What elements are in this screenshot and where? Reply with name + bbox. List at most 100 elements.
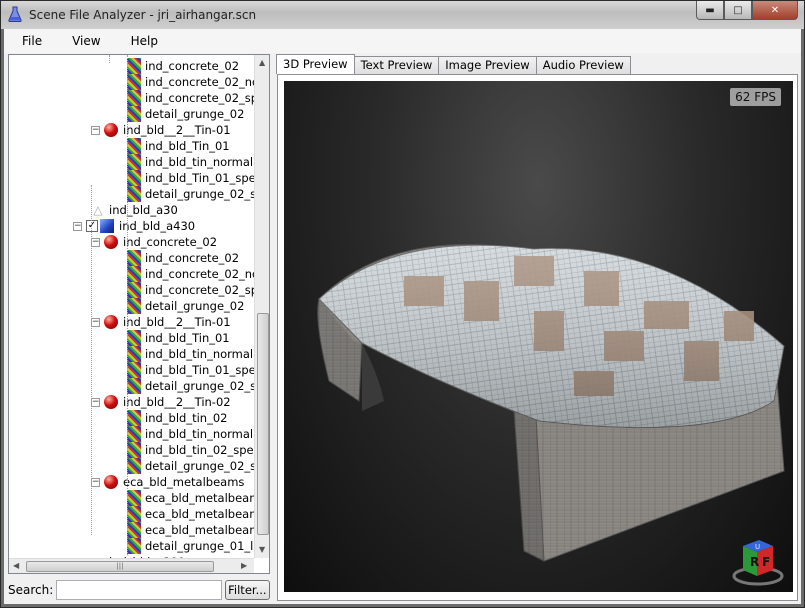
scroll-right-arrow-icon[interactable]: ▶ (241, 561, 247, 570)
tree-row-label: ind_bld_Tin_01_spec (145, 363, 263, 377)
menu-help[interactable]: Help (113, 34, 170, 48)
tab-image-preview[interactable]: Image Preview (438, 56, 537, 74)
tree-row[interactable]: ind_bld_Tin_01 (127, 138, 230, 154)
tree-horizontal-scrollbar[interactable]: ◀ ||| ▶ (9, 558, 254, 573)
tree-row[interactable]: ind_bld_Tin_01_spec (127, 170, 262, 186)
texture-icon (127, 346, 141, 362)
tree-row-label: ind_concrete_02 (123, 235, 218, 249)
tree-row[interactable]: ind_concrete_02_spec (127, 282, 270, 298)
tree-row-label: ind_bld__2__Tin-01 (123, 315, 231, 329)
tree-row-label: detail_grunge_02_stre (145, 459, 270, 473)
collapse-toggle-icon[interactable]: − (91, 237, 100, 247)
texture-icon (127, 58, 141, 74)
preview-tabs: 3D Preview Text Preview Image Preview Au… (276, 54, 631, 74)
tree-connector-line (91, 185, 92, 535)
menu-view[interactable]: View (54, 34, 112, 48)
tree-row-label: ind_bld__2__Tin-02 (123, 395, 231, 409)
tree-row[interactable]: ind_bld_tin_02_spec (127, 442, 260, 458)
tree-row[interactable]: − ind_bld__2__Tin-01 (91, 314, 231, 330)
collapse-toggle-icon[interactable]: − (91, 477, 100, 487)
tree-horizontal-scroll-thumb[interactable]: ||| (26, 561, 214, 572)
tree-row[interactable]: ind_bld_tin_normal (127, 346, 253, 362)
texture-icon (127, 538, 141, 554)
texture-icon (127, 426, 141, 442)
collapse-toggle-icon[interactable]: − (73, 221, 82, 231)
menu-file[interactable]: File (4, 34, 54, 48)
tree-row-label: ind_concrete_02_spec (145, 283, 270, 297)
tree-row[interactable]: △ ind_bld_a30 (91, 202, 177, 218)
tree-vertical-scroll-thumb[interactable] (257, 313, 269, 535)
collapse-toggle-icon[interactable]: − (91, 125, 100, 135)
tree-row-label: ind_concrete_02 (145, 251, 240, 265)
tree-row[interactable]: ind_concrete_02_normal (127, 74, 269, 90)
tree-row[interactable]: ind_bld_tin_02 (127, 410, 227, 426)
tree-row-label: ind_bld_a430 (119, 219, 196, 233)
texture-icon (127, 138, 141, 154)
texture-icon (127, 186, 141, 202)
texture-icon (127, 362, 141, 378)
tree-row[interactable]: detail_grunge_02 (127, 106, 244, 122)
title-bar[interactable]: Scene File Analyzer - jri_airhangar.scn … (1, 1, 804, 29)
tree-row[interactable]: ind_bld_Tin_01_spec (127, 362, 262, 378)
tree-row[interactable]: − ind_bld__2__Tin-02 (91, 394, 231, 410)
tree-vertical-scrollbar[interactable]: ▲ ▼ (254, 55, 269, 558)
collapse-toggle-icon[interactable]: − (91, 317, 100, 327)
material-sphere-icon (104, 475, 118, 489)
visibility-checkbox[interactable]: ✓ (86, 220, 98, 232)
axis-label-u: U (755, 543, 760, 551)
tree-row[interactable]: ind_concrete_02_norm (127, 266, 269, 282)
filter-button[interactable]: Filter... (224, 580, 270, 600)
orientation-cube-icon[interactable]: R F U (731, 536, 785, 586)
texture-icon (127, 90, 141, 106)
tree-row-label: ind_bld_Tin_01 (145, 331, 230, 345)
texture-icon (127, 106, 141, 122)
tree-row[interactable]: − ind_bld__2__Tin-01 (91, 122, 231, 138)
tree-row[interactable]: detail_grunge_02 (127, 298, 244, 314)
scroll-left-arrow-icon[interactable]: ◀ (13, 561, 19, 570)
tree-row[interactable]: eca_bld_metalbeams_ (127, 506, 269, 522)
tree-row[interactable]: − ind_concrete_02 (91, 234, 217, 250)
tree-row[interactable]: detail_grunge_01_low (127, 538, 269, 554)
tree-row-label: detail_grunge_02 (145, 299, 245, 313)
axis-label-f: F (762, 555, 770, 569)
tree-row-label: ind_bld__2__Tin-01 (123, 123, 231, 137)
app-flask-icon (8, 6, 22, 22)
window-controls: ▬ □ ✕ (696, 1, 798, 21)
texture-icon (127, 506, 141, 522)
tree-row[interactable]: eca_bld_metalbeams_ (127, 522, 269, 538)
tree-row-label: ind_bld_tin_normal (145, 155, 254, 169)
tree-row-label: ind_concrete_02 (145, 59, 240, 73)
tree-row[interactable]: − eca_bld_metalbeams (91, 474, 244, 490)
texture-icon (127, 74, 141, 90)
tree-row[interactable]: eca_bld_metalbeams (127, 490, 266, 506)
collapse-toggle-icon[interactable]: − (91, 397, 100, 407)
window-title: Scene File Analyzer - jri_airhangar.scn (29, 8, 257, 22)
scroll-up-arrow-icon[interactable]: ▲ (259, 58, 265, 67)
tree-row[interactable]: ind_concrete_02 (127, 58, 239, 74)
tab-audio-preview[interactable]: Audio Preview (535, 56, 631, 74)
maximize-button[interactable]: □ (724, 1, 752, 20)
close-button[interactable]: ✕ (752, 1, 798, 20)
scene-tree[interactable]: ind_concrete_02ind_concrete_02_normalind… (8, 54, 270, 574)
tree-row[interactable]: detail_grunge_02_stre (127, 186, 269, 202)
tree-row[interactable]: ind_bld_Tin_01 (127, 330, 230, 346)
material-sphere-icon (104, 395, 118, 409)
tree-row[interactable]: ind_bld_tin_normal (127, 426, 253, 442)
tree-row[interactable]: ind_concrete_02 (127, 250, 239, 266)
tree-row[interactable]: ind_bld_tin_normal (127, 154, 253, 170)
tree-row[interactable]: detail_grunge_02_stre (127, 458, 270, 474)
tree-row[interactable]: ind_concrete_02_spec (127, 90, 269, 106)
texture-icon (127, 298, 141, 314)
3d-viewport[interactable]: 62 FPS R F U (284, 81, 793, 592)
tab-text-preview[interactable]: Text Preview (353, 56, 440, 74)
tree-row[interactable]: detail_grunge_02_stre (127, 378, 269, 394)
texture-icon (127, 458, 141, 474)
scroll-down-arrow-icon[interactable]: ▼ (259, 545, 265, 554)
tree-row-label: ind_bld_Tin_01 (145, 139, 230, 153)
fps-counter: 62 FPS (730, 88, 781, 106)
minimize-button[interactable]: ▬ (696, 1, 724, 20)
tab-3d-preview[interactable]: 3D Preview (276, 54, 355, 74)
search-input[interactable] (56, 580, 222, 600)
mesh-cube-icon (100, 219, 114, 233)
tree-row-label: ind_bld_tin_normal (145, 347, 254, 361)
